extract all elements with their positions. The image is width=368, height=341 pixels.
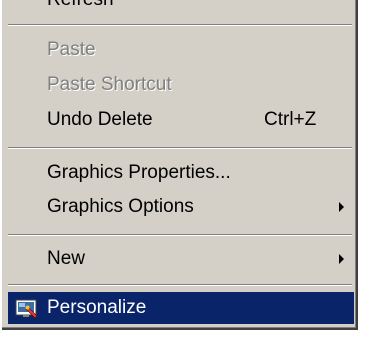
context-menu: Refresh Paste Paste Shortcut Undo Delete… — [2, 0, 358, 330]
menu-item-label: Graphics Properties... — [47, 162, 231, 183]
menu-item-label: Undo Delete — [47, 109, 153, 130]
submenu-arrow-icon — [339, 202, 344, 212]
personalize-icon — [15, 299, 39, 319]
menu-item-graphics-options[interactable]: Graphics Options — [2, 191, 354, 223]
menu-item-graphics-properties[interactable]: Graphics Properties... — [2, 157, 354, 189]
menu-separator — [8, 234, 352, 236]
menu-item-label: Refresh — [47, 0, 114, 11]
menu-item-refresh[interactable]: Refresh — [2, 0, 354, 16]
menu-separator — [8, 284, 352, 286]
menu-item-label: Graphics Options — [47, 196, 194, 217]
menu-item-new[interactable]: New — [2, 243, 354, 275]
menu-item-paste-shortcut[interactable]: Paste Shortcut — [2, 69, 354, 101]
menu-item-label: Paste — [47, 39, 96, 60]
menu-item-undo-delete[interactable]: Undo Delete Ctrl+Z — [2, 104, 354, 136]
menu-separator — [8, 24, 352, 26]
menu-item-label: New — [47, 248, 86, 269]
submenu-arrow-icon — [339, 254, 344, 264]
menu-item-shortcut: Ctrl+Z — [264, 109, 317, 130]
menu-separator — [8, 147, 352, 149]
menu-item-paste[interactable]: Paste — [2, 34, 354, 66]
menu-item-label: Paste Shortcut — [47, 74, 172, 95]
menu-item-personalize[interactable]: Personalize — [8, 292, 354, 324]
menu-item-label: Personalize — [47, 297, 147, 318]
